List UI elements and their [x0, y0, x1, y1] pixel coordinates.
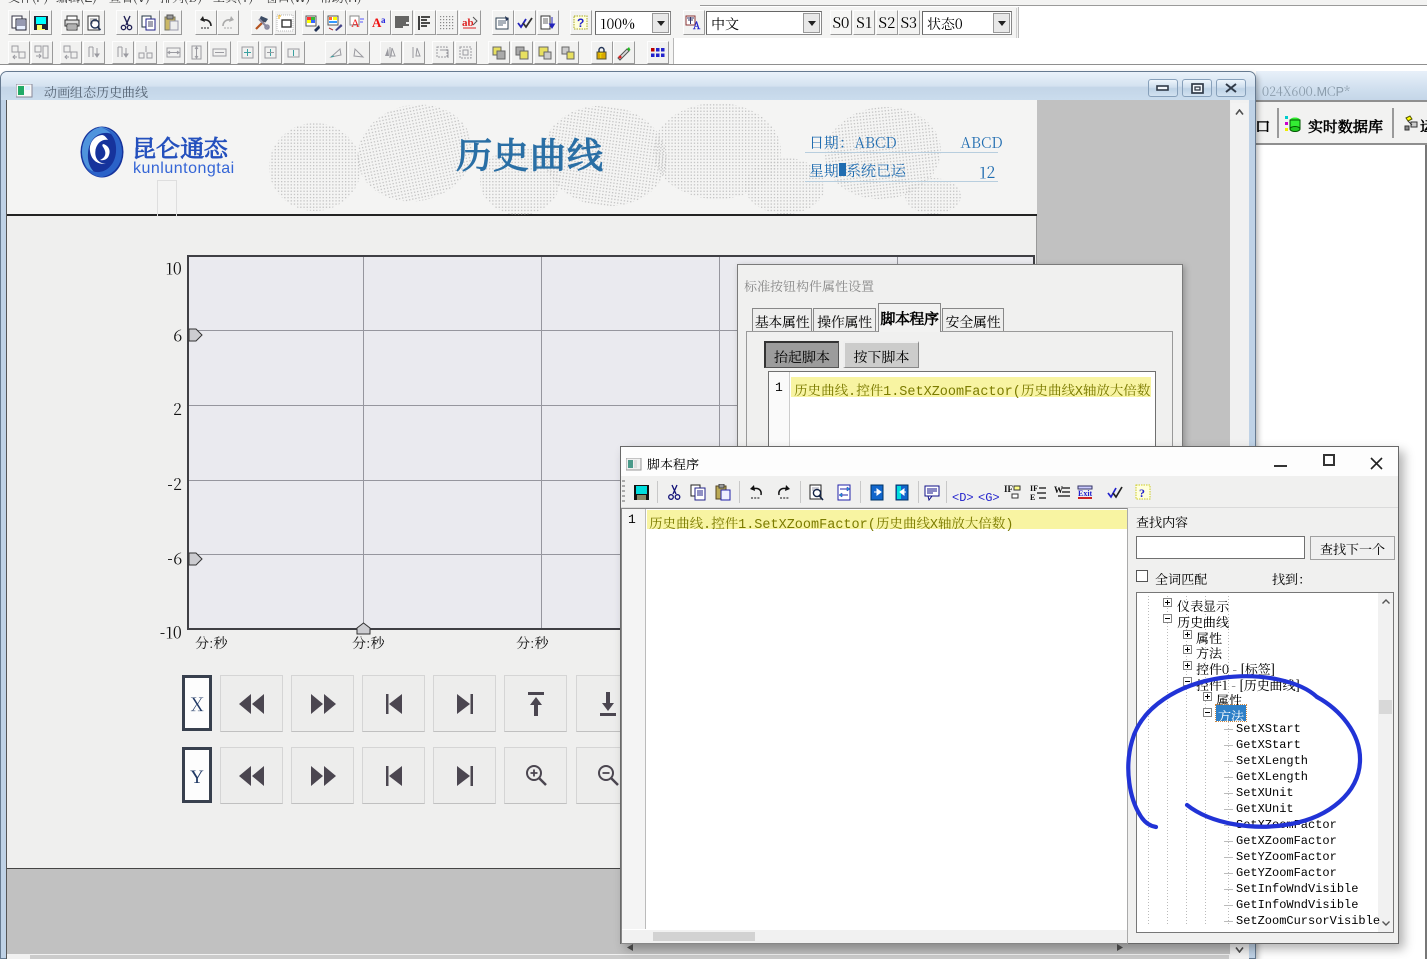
svg-text:ab: ab — [462, 17, 474, 29]
svg-text:T: T — [599, 51, 603, 60]
svg-text:E: E — [1030, 493, 1035, 501]
svg-text:Exit: Exit — [1078, 489, 1093, 498]
svg-text:a: a — [381, 15, 386, 25]
svg-text:IF: IF — [1004, 484, 1014, 494]
svg-text:A: A — [692, 17, 701, 32]
svg-text:A: A — [351, 16, 360, 30]
svg-text:?: ? — [1139, 486, 1145, 500]
svg-text:IF: IF — [1030, 484, 1038, 493]
svg-text:W: W — [1054, 485, 1063, 495]
svg-text:?: ? — [577, 14, 584, 31]
